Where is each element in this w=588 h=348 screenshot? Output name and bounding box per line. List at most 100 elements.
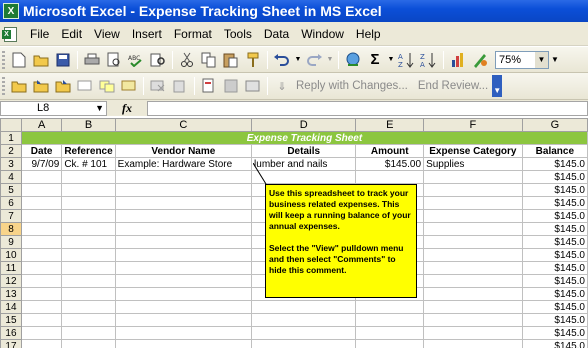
menu-file[interactable]: File	[26, 24, 55, 44]
toolbar-options-icon[interactable]: ▼	[550, 50, 560, 70]
cell-comment[interactable]: Use this spreadsheet to track your busin…	[265, 184, 417, 298]
cell[interactable]	[114, 261, 253, 275]
cell[interactable]	[114, 339, 253, 348]
row-header[interactable]: 11	[0, 261, 22, 275]
undo-icon[interactable]	[272, 50, 292, 70]
cell[interactable]	[251, 300, 357, 314]
row-header[interactable]: 13	[0, 287, 22, 301]
cell-balance[interactable]: $145.0	[521, 248, 588, 262]
autosum-dropdown-icon[interactable]: ▼	[387, 50, 395, 70]
cell-balance[interactable]: $145.0	[521, 287, 588, 301]
cell[interactable]	[114, 313, 253, 327]
cell[interactable]	[20, 170, 63, 184]
cell[interactable]	[114, 196, 253, 210]
cell[interactable]	[423, 326, 523, 340]
header-date[interactable]: Date	[20, 144, 63, 158]
cell-balance[interactable]: $145.0	[521, 300, 588, 314]
sheet-banner[interactable]: Expense Tracking Sheet	[20, 131, 588, 145]
cell[interactable]	[61, 209, 116, 223]
menu-data[interactable]: Data	[258, 24, 295, 44]
zoom-select[interactable]: 75% ▼	[495, 50, 549, 69]
row-header[interactable]: 5	[0, 183, 22, 197]
cell-expense-category[interactable]: Supplies	[423, 157, 523, 171]
column-header-f[interactable]: F	[423, 118, 523, 132]
cell-vendor-name[interactable]: Example: Hardware Store	[114, 157, 253, 171]
cell-balance[interactable]: $145.0	[521, 339, 588, 348]
delete-comment-icon[interactable]	[148, 76, 168, 96]
cell[interactable]	[423, 300, 523, 314]
cell[interactable]	[61, 287, 116, 301]
save-icon[interactable]	[53, 50, 73, 70]
cell[interactable]	[423, 274, 523, 288]
cell-details[interactable]: lumber and nails	[251, 157, 357, 171]
cell[interactable]	[114, 274, 253, 288]
cell[interactable]	[423, 313, 523, 327]
cell[interactable]	[114, 235, 253, 249]
menu-tools[interactable]: Tools	[218, 24, 258, 44]
menu-edit[interactable]: Edit	[55, 24, 88, 44]
row-header[interactable]: 12	[0, 274, 22, 288]
cell[interactable]	[61, 248, 116, 262]
cell[interactable]	[20, 313, 63, 327]
spelling-icon[interactable]: ABC	[126, 50, 146, 70]
track-changes-icon[interactable]	[170, 76, 190, 96]
new-icon[interactable]	[9, 50, 29, 70]
cell[interactable]	[423, 209, 523, 223]
row-header[interactable]: 3	[0, 157, 22, 171]
cell[interactable]	[61, 183, 116, 197]
workbook-icon[interactable]	[2, 26, 20, 42]
cell[interactable]	[20, 274, 63, 288]
cell[interactable]	[423, 339, 523, 348]
cell[interactable]	[61, 261, 116, 275]
cell-balance[interactable]: $145.0	[521, 261, 588, 275]
show-comment-icon[interactable]	[97, 76, 117, 96]
cell-balance[interactable]: $145.0	[521, 209, 588, 223]
cell[interactable]	[20, 248, 63, 262]
drawing-icon[interactable]	[470, 50, 490, 70]
cell[interactable]	[114, 209, 253, 223]
cell[interactable]	[20, 339, 63, 348]
cell[interactable]	[423, 196, 523, 210]
select-all-corner[interactable]	[0, 118, 22, 132]
cell-balance[interactable]: $145.0	[521, 170, 588, 184]
column-header-g[interactable]: G	[521, 118, 588, 132]
toolbar-grip[interactable]	[2, 50, 5, 69]
row-header[interactable]: 6	[0, 196, 22, 210]
cell[interactable]	[114, 222, 253, 236]
cell[interactable]	[355, 339, 425, 348]
redo-dropdown-icon[interactable]: ▼	[326, 50, 334, 70]
cell[interactable]	[423, 183, 523, 197]
cell[interactable]	[20, 235, 63, 249]
row-header[interactable]: 14	[0, 300, 22, 314]
name-box[interactable]: L8 ▼	[0, 100, 107, 116]
row-header[interactable]: 17	[0, 339, 22, 348]
cell[interactable]	[61, 339, 116, 348]
cell-amount[interactable]: $145.00	[355, 157, 425, 171]
header-vendor-name[interactable]: Vendor Name	[114, 144, 253, 158]
cell-balance[interactable]: $145.0	[521, 313, 588, 327]
cell[interactable]	[20, 209, 63, 223]
autosum-icon[interactable]: Σ	[365, 50, 385, 70]
reply-with-changes-button[interactable]: Reply with Changes...	[296, 80, 408, 92]
cell[interactable]	[355, 326, 425, 340]
cell[interactable]	[423, 235, 523, 249]
mail-recipient-icon[interactable]	[243, 76, 263, 96]
cell-balance[interactable]: $145.0	[521, 326, 588, 340]
cell-balance[interactable]: $145.0	[521, 274, 588, 288]
undo-dropdown-icon[interactable]: ▼	[294, 50, 302, 70]
folder-arrow-icon[interactable]	[31, 76, 51, 96]
cell-balance[interactable]: $145.0	[521, 235, 588, 249]
sort-ascending-icon[interactable]: AZ	[397, 50, 417, 70]
folder-next-icon[interactable]	[53, 76, 73, 96]
column-header-c[interactable]: C	[114, 118, 253, 132]
protect-icon[interactable]	[221, 76, 241, 96]
cell[interactable]	[355, 300, 425, 314]
cell[interactable]	[20, 287, 63, 301]
cell[interactable]	[20, 326, 63, 340]
cell[interactable]	[114, 300, 253, 314]
row-header[interactable]: 8	[0, 222, 22, 236]
cell[interactable]	[251, 170, 357, 184]
cell[interactable]	[20, 261, 63, 275]
cell[interactable]	[114, 326, 253, 340]
highlight-icon[interactable]	[199, 76, 219, 96]
